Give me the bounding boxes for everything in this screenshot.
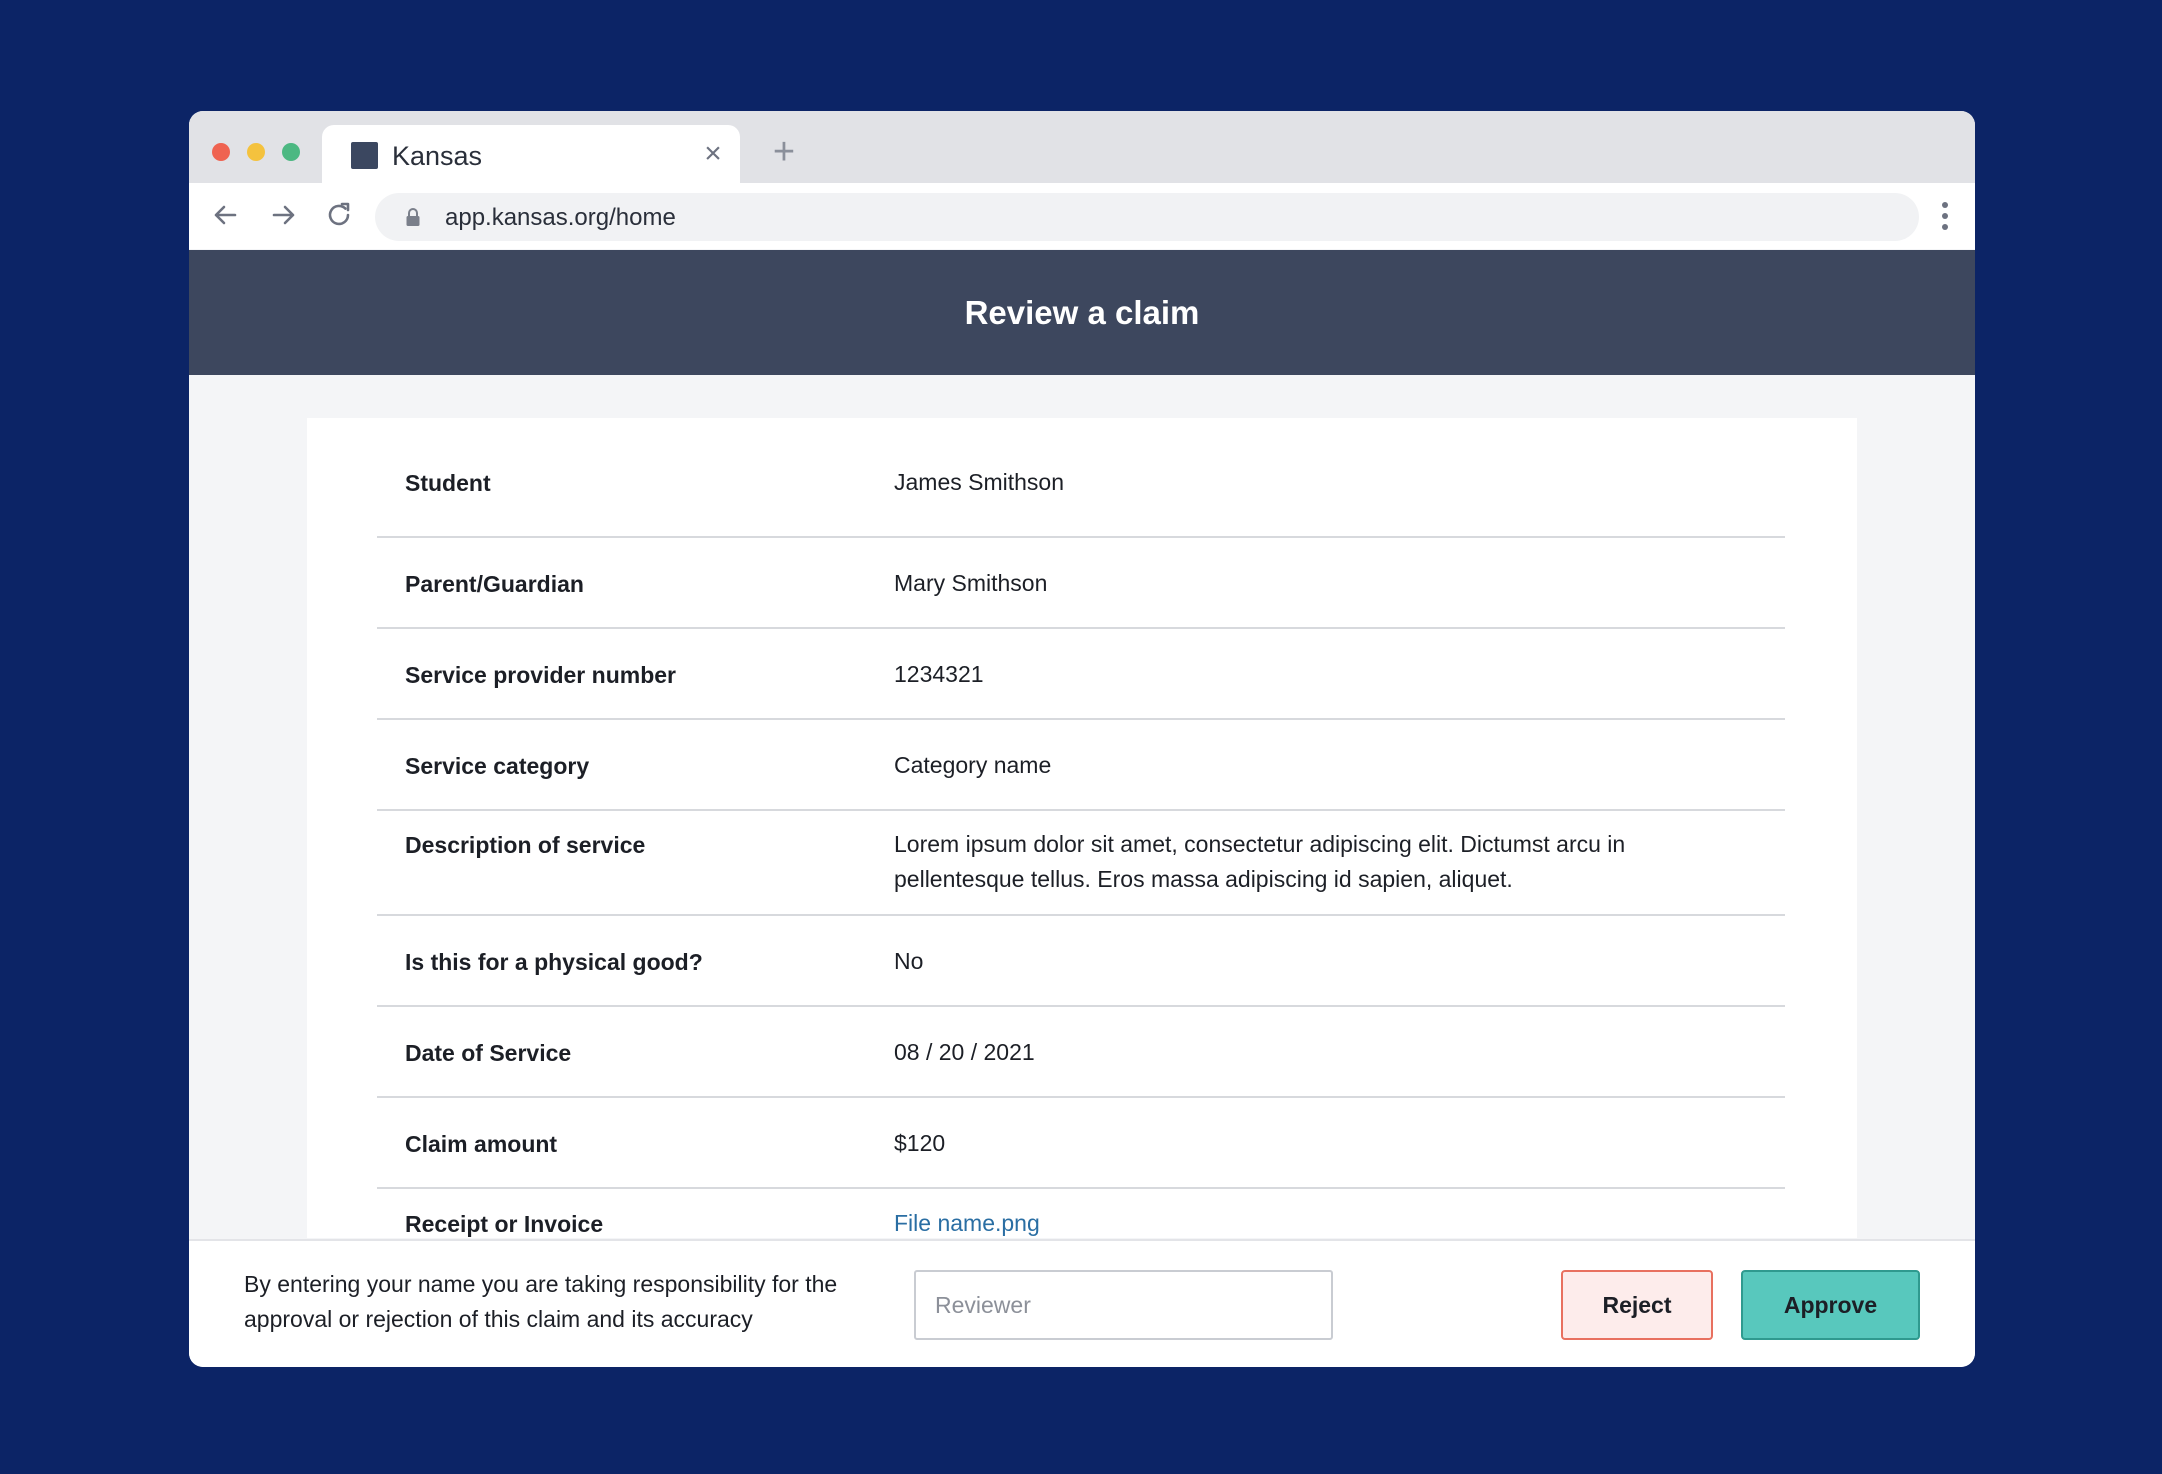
claim-row-provider-number: Service provider number 1234321 (377, 629, 1785, 720)
reload-icon[interactable] (323, 199, 355, 231)
row-label: Service provider number (405, 662, 676, 688)
row-value: $120 (894, 1130, 946, 1156)
review-action-bar: By entering your name you are taking res… (189, 1239, 1975, 1367)
address-bar[interactable]: app.kansas.org/home (375, 193, 1919, 241)
more-vertical-icon[interactable] (1941, 201, 1949, 231)
claim-row-description: Description of service Lorem ipsum dolor… (377, 811, 1785, 916)
back-arrow-icon[interactable] (209, 199, 241, 231)
row-value: No (894, 948, 924, 974)
page-header: Review a claim (189, 250, 1975, 375)
forward-arrow-icon[interactable] (268, 199, 300, 231)
row-label: Is this for a physical good? (405, 949, 703, 975)
claim-row-service-category: Service category Category name (377, 720, 1785, 811)
row-value: 08 / 20 / 2021 (894, 1039, 1035, 1065)
url-text: app.kansas.org/home (445, 204, 676, 231)
minimize-window-button[interactable] (247, 143, 265, 161)
reviewer-name-input[interactable] (914, 1270, 1333, 1340)
row-label: Student (405, 470, 491, 496)
address-bar-row: app.kansas.org/home (189, 183, 1975, 249)
row-label: Service category (405, 753, 590, 779)
tab-title: Kansas (392, 141, 483, 171)
row-label: Parent/Guardian (405, 571, 584, 597)
claim-row-date-of-service: Date of Service 08 / 20 / 2021 (377, 1007, 1785, 1098)
page-title: Review a claim (964, 294, 1200, 331)
row-label: Receipt or Invoice (405, 1211, 604, 1237)
close-window-button[interactable] (212, 143, 230, 161)
tab-close-icon[interactable]: × (698, 137, 728, 171)
claim-row-physical-good: Is this for a physical good? No (377, 916, 1785, 1007)
row-value: Mary Smithson (894, 570, 1048, 596)
claim-row-parent-guardian: Parent/Guardian Mary Smithson (377, 538, 1785, 629)
responsibility-disclaimer: By entering your name you are taking res… (244, 1271, 838, 1332)
row-value: James Smithson (894, 469, 1065, 495)
claim-row-claim-amount: Claim amount $120 (377, 1098, 1785, 1189)
row-value: 1234321 (894, 661, 984, 687)
maximize-window-button[interactable] (282, 143, 300, 161)
browser-window: Kansas × + app.kansas.org/home Review a … (189, 111, 1975, 1367)
reject-button[interactable]: Reject (1561, 1270, 1713, 1340)
tab-strip: Kansas × + (189, 111, 1975, 185)
claim-row-student: Student James Smithson (377, 418, 1785, 538)
lock-icon (406, 208, 420, 226)
row-value: Category name (894, 752, 1052, 778)
receipt-file-link[interactable]: File name.png (894, 1206, 1040, 1241)
claim-row-receipt: Receipt or Invoice File name.png (377, 1189, 1785, 1238)
row-label: Claim amount (405, 1131, 558, 1157)
row-label: Date of Service (405, 1040, 572, 1066)
claim-details-card: Student James Smithson Parent/Guardian M… (307, 418, 1857, 1238)
new-tab-button[interactable]: + (767, 133, 801, 171)
browser-tab[interactable]: Kansas × (322, 125, 740, 185)
approve-button[interactable]: Approve (1741, 1270, 1920, 1340)
favicon-icon (351, 142, 378, 169)
row-label: Description of service (405, 832, 646, 858)
row-value: Lorem ipsum dolor sit amet, consectetur … (894, 831, 1626, 892)
